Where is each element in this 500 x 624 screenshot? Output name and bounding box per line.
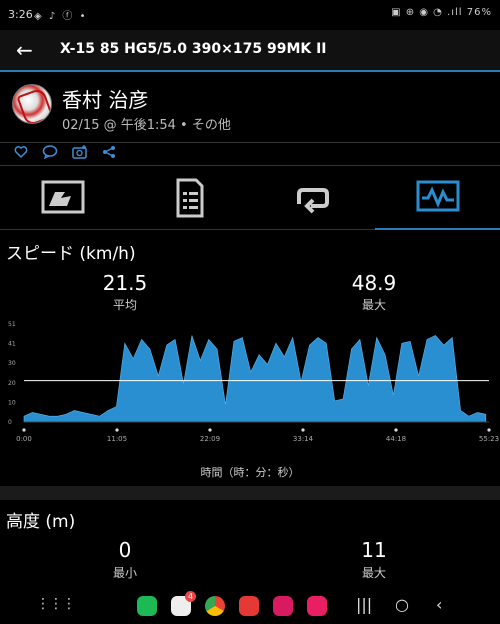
elev-max-label: 最大 bbox=[361, 566, 386, 580]
overview-icon bbox=[41, 180, 85, 214]
camera-app-icon[interactable] bbox=[307, 596, 327, 616]
activity-tabs bbox=[0, 166, 500, 230]
y-tick-label: 51 bbox=[8, 321, 16, 328]
speed-chart-svg: 0 10 20 30 41 51 0:00 11:05 22:09 33:14 44:18 55:23 bbox=[8, 321, 499, 443]
elev-max-value: 11 bbox=[361, 538, 387, 562]
y-tick-label: 30 bbox=[8, 360, 16, 367]
max-speed-label: 最大 bbox=[361, 298, 386, 312]
notification-icons: ◈ ♪ ⓕ • bbox=[34, 11, 88, 22]
x-axis-caption: 時間（時：分：秒） bbox=[200, 466, 300, 479]
x-tick-dot bbox=[301, 428, 305, 432]
chart-icon bbox=[416, 180, 460, 212]
x-tick-dot bbox=[487, 428, 491, 432]
back-icon[interactable]: ‹ bbox=[436, 595, 442, 614]
x-tick-label: 44:18 bbox=[386, 435, 406, 443]
flower-app-icon[interactable] bbox=[273, 596, 293, 616]
x-tick-dot bbox=[208, 428, 212, 432]
clock: 3:26 bbox=[8, 8, 33, 21]
speed-series-area bbox=[23, 335, 487, 423]
comment-icon[interactable] bbox=[42, 145, 58, 163]
speed-section: スピード (km/h) 21.5 平均 48.9 最大 0 10 20 30 41 51 0… bbox=[0, 232, 500, 482]
x-tick-label: 33:14 bbox=[293, 435, 314, 443]
tab-details[interactable] bbox=[125, 166, 250, 230]
battery-percentage: 76% bbox=[466, 7, 492, 18]
y-tick-label: 10 bbox=[8, 399, 16, 406]
user-name[interactable]: 香村 治彦 bbox=[62, 84, 148, 113]
speed-title: スピード (km/h) bbox=[6, 244, 136, 264]
elev-min-value: 0 bbox=[118, 538, 132, 562]
app-drawer-icon[interactable]: ⋮⋮⋮ bbox=[36, 596, 76, 612]
x-tick-label: 11:05 bbox=[107, 435, 127, 443]
y-tick-label: 20 bbox=[8, 380, 16, 387]
camera-add-icon[interactable] bbox=[72, 145, 88, 163]
avg-speed-value: 21.5 bbox=[102, 271, 148, 295]
document-icon bbox=[176, 178, 204, 218]
y-tick-label: 0 bbox=[8, 419, 12, 426]
system-icons: ▣ ⊕ ◉ ◔ .ıll 76% bbox=[391, 7, 492, 18]
max-speed-value: 48.9 bbox=[351, 271, 397, 295]
share-icon[interactable] bbox=[102, 145, 116, 163]
tab-laps[interactable] bbox=[250, 166, 375, 230]
x-tick-dot bbox=[22, 428, 26, 432]
home-icon[interactable]: ○ bbox=[395, 595, 409, 614]
app-bar: ← X-15 85 HG5/5.0 390×175 99MK II bbox=[0, 30, 500, 72]
speed-chart[interactable]: 0 10 20 30 41 51 0:00 11:05 22:09 33:14 44:18 55:23 bbox=[0, 318, 500, 458]
chrome-app-icon[interactable] bbox=[205, 596, 225, 616]
x-tick-label: 22:09 bbox=[200, 435, 220, 443]
email-badge: 4 bbox=[185, 591, 196, 602]
system-status-icons: ▣ ⊕ ◉ ◔ .ıll bbox=[391, 7, 463, 18]
tab-charts[interactable] bbox=[375, 166, 500, 230]
heart-icon[interactable] bbox=[14, 145, 28, 163]
avg-speed-label: 平均 bbox=[112, 298, 137, 312]
tab-overview[interactable] bbox=[0, 166, 125, 230]
system-nav-bar: ⋮⋮⋮ 4 ||| ○ ‹ bbox=[0, 588, 500, 624]
x-tick-label: 55:23 bbox=[479, 435, 499, 443]
x-tick-dot bbox=[394, 428, 398, 432]
activity-meta: 02/15 @ 午後1:54 • その他 bbox=[62, 118, 231, 133]
status-bar: 3:26 ◈ ♪ ⓕ • ▣ ⊕ ◉ ◔ .ıll 76% bbox=[0, 0, 500, 30]
email-app-icon[interactable]: 4 bbox=[171, 591, 196, 616]
y-tick-label: 41 bbox=[8, 341, 16, 348]
notes-app-icon[interactable] bbox=[239, 596, 259, 616]
loop-icon bbox=[297, 188, 329, 214]
elevation-title: 高度 (m) bbox=[6, 512, 76, 532]
page-title: X-15 85 HG5/5.0 390×175 99MK II bbox=[60, 41, 327, 57]
x-tick-label: 0:00 bbox=[16, 435, 32, 443]
activity-header: 香村 治彦 02/15 @ 午後1:54 • その他 bbox=[0, 74, 500, 142]
avatar[interactable] bbox=[12, 84, 52, 124]
elevation-section: 高度 (m) 0 最小 11 最大 bbox=[0, 500, 500, 590]
phone-app-icon[interactable] bbox=[137, 596, 157, 616]
action-row bbox=[0, 142, 500, 166]
section-divider bbox=[0, 486, 500, 500]
x-tick-dot bbox=[115, 428, 119, 432]
recents-icon[interactable]: ||| bbox=[356, 595, 372, 614]
elev-min-label: 最小 bbox=[112, 566, 137, 580]
back-arrow-icon[interactable]: ← bbox=[16, 38, 33, 62]
